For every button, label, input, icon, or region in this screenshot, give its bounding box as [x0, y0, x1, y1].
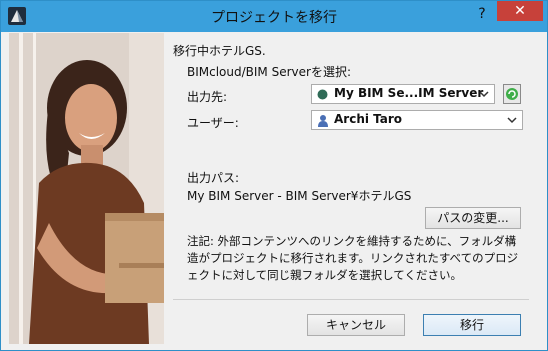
output-path-value: My BIM Server - BIM Server¥ホテルGS [187, 189, 412, 203]
chevron-down-icon [507, 117, 517, 124]
dialog-window: プロジェクトを移行 ? ✕ 移行中ホテルGS. BIMcloud/BIM Ser… [0, 0, 548, 351]
close-button[interactable]: ✕ [497, 1, 543, 21]
change-path-button[interactable]: パスの変更... [425, 207, 521, 229]
divider [173, 299, 529, 300]
title-bar[interactable]: プロジェクトを移行 ? ✕ [1, 1, 547, 32]
user-dropdown[interactable]: Archi Taro [311, 110, 523, 130]
refresh-button[interactable] [503, 84, 521, 104]
select-server-label: BIMcloud/BIM Serverを選択: [187, 65, 351, 79]
window-title: プロジェクトを移行 [211, 10, 337, 26]
user-label: ユーザー: [187, 116, 239, 130]
user-icon [318, 115, 328, 127]
refresh-icon [506, 88, 518, 100]
destination-label: 出力先: [187, 90, 228, 104]
dialog-content: 移行中ホテルGS. BIMcloud/BIM Serverを選択: 出力先: M… [165, 33, 541, 344]
chevron-down-icon [479, 91, 489, 98]
migrate-button[interactable]: 移行 [423, 314, 521, 336]
help-button[interactable]: ? [469, 3, 495, 25]
decorative-photo [9, 33, 164, 344]
migration-heading: 移行中ホテルGS. [173, 44, 266, 58]
cancel-button[interactable]: キャンセル [307, 314, 405, 336]
user-value: Archi Taro [334, 112, 403, 126]
output-path-label: 出力パス: [187, 171, 240, 185]
server-icon [317, 89, 328, 100]
destination-value: My BIM Se...IM Server [334, 86, 484, 100]
note-text: 注記: 外部コンテンツへのリンクを維持するために、フォルダ構造がプロジェクトに移… [187, 234, 519, 282]
destination-dropdown[interactable]: My BIM Se...IM Server [311, 84, 495, 104]
